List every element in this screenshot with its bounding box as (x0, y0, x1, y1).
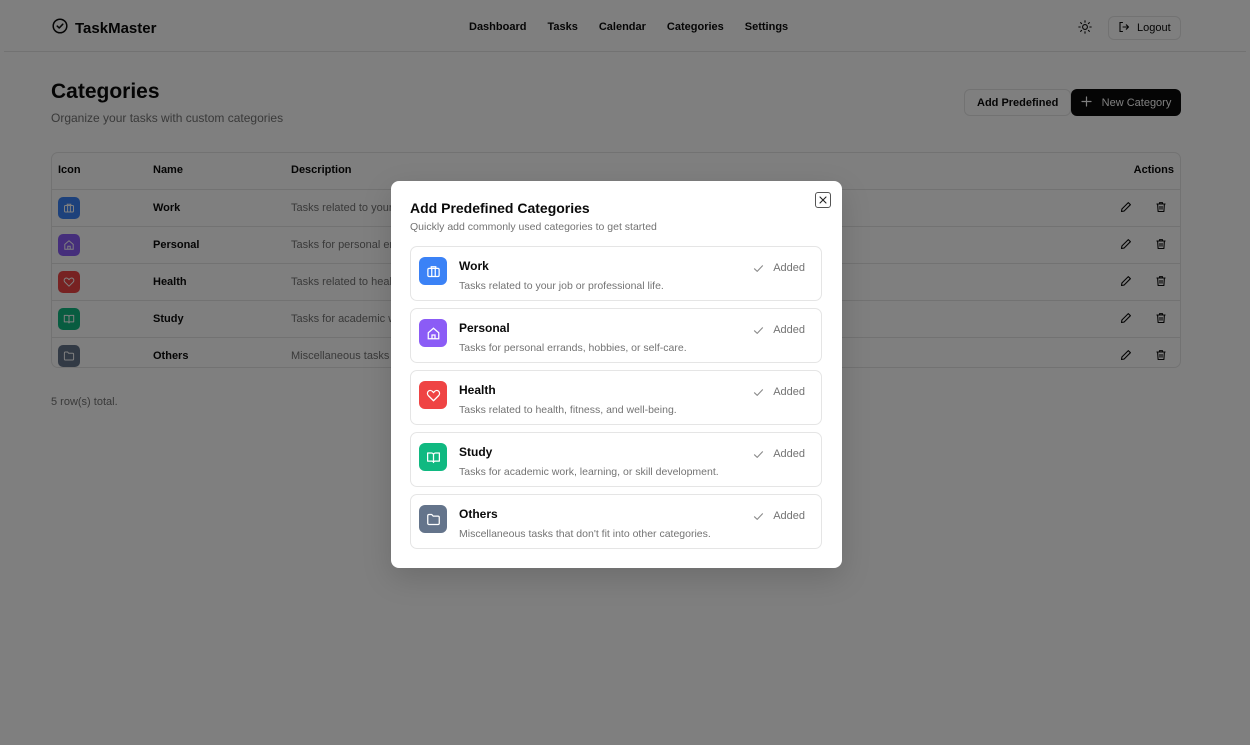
predefined-category-others[interactable]: Others Miscellaneous tasks that don't fi… (410, 494, 822, 549)
added-label: Added (773, 448, 805, 460)
category-description: Miscellaneous tasks that don't fit into … (459, 528, 711, 540)
heart-icon (419, 381, 447, 409)
predefined-category-personal[interactable]: Personal Tasks for personal errands, hob… (410, 308, 822, 363)
category-name: Personal (459, 321, 510, 335)
folder-icon (419, 505, 447, 533)
added-label: Added (773, 386, 805, 398)
category-name: Others (459, 507, 498, 521)
category-description: Tasks related to your job or professiona… (459, 280, 664, 292)
briefcase-icon (419, 257, 447, 285)
added-status: Added (753, 448, 805, 460)
check-icon (754, 326, 764, 334)
added-status: Added (753, 262, 805, 274)
category-name: Study (459, 445, 493, 459)
check-icon (754, 512, 764, 520)
predefined-category-study[interactable]: Study Tasks for academic work, learning,… (410, 432, 822, 487)
dialog-title: Add Predefined Categories (410, 200, 590, 216)
added-label: Added (773, 324, 805, 336)
category-name: Health (459, 383, 496, 397)
category-description: Tasks related to health, fitness, and we… (459, 404, 677, 416)
added-status: Added (753, 510, 805, 522)
home-icon (419, 319, 447, 347)
add-predefined-dialog: Add Predefined Categories Quickly add co… (391, 181, 842, 568)
category-description: Tasks for academic work, learning, or sk… (459, 466, 719, 478)
close-icon[interactable] (815, 192, 831, 208)
added-label: Added (773, 262, 805, 274)
added-status: Added (753, 324, 805, 336)
check-icon (754, 388, 764, 396)
dialog-description: Quickly add commonly used categories to … (410, 221, 657, 233)
check-icon (754, 264, 764, 272)
added-label: Added (773, 510, 805, 522)
category-description: Tasks for personal errands, hobbies, or … (459, 342, 687, 354)
check-icon (754, 450, 764, 458)
predefined-category-work[interactable]: Work Tasks related to your job or profes… (410, 246, 822, 301)
added-status: Added (753, 386, 805, 398)
category-name: Work (459, 259, 489, 273)
predefined-category-health[interactable]: Health Tasks related to health, fitness,… (410, 370, 822, 425)
book-icon (419, 443, 447, 471)
